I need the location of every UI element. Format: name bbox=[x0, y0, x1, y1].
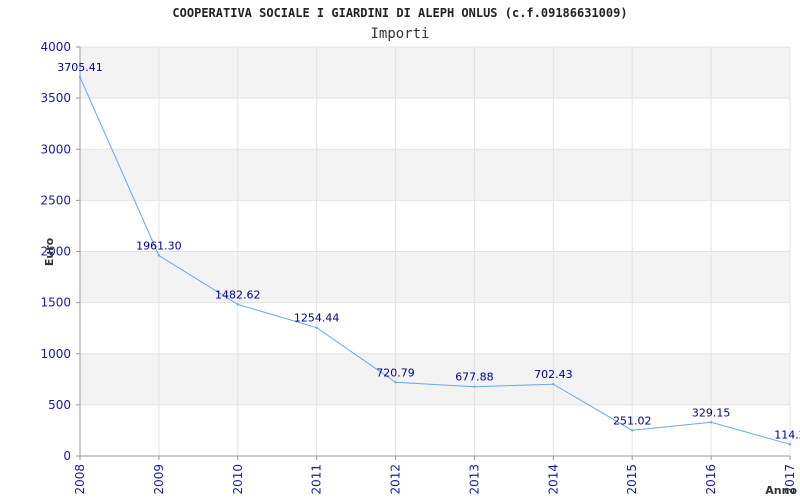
grid-band bbox=[80, 353, 790, 405]
x-tick-label: 2011 bbox=[310, 464, 324, 495]
data-point bbox=[315, 326, 318, 329]
data-point bbox=[788, 443, 792, 446]
y-tick-label: 3500 bbox=[40, 91, 71, 105]
x-tick-label: 2008 bbox=[73, 464, 87, 495]
y-tick-label: 1500 bbox=[40, 296, 71, 310]
x-tick-label: 2015 bbox=[625, 464, 639, 495]
data-label: 114.2 bbox=[774, 428, 800, 441]
x-tick-label: 2013 bbox=[467, 464, 481, 495]
x-tick-label: 2012 bbox=[389, 464, 403, 495]
data-point bbox=[552, 382, 555, 386]
x-tick-label: 2014 bbox=[546, 464, 560, 495]
x-axis-ticks: 2008 2009 2010 2011 2012 2013 2014 2015 2016 2017 bbox=[73, 456, 797, 495]
y-tick-label: 0 bbox=[63, 449, 71, 463]
data-label: 677.88 bbox=[455, 371, 494, 384]
data-label: 1254.44 bbox=[294, 312, 340, 325]
data-label: 329.15 bbox=[692, 406, 731, 419]
chart-title: COOPERATIVA SOCIALE I GIARDINI DI ALEPH … bbox=[172, 6, 627, 20]
data-label: 702.43 bbox=[534, 368, 573, 381]
data-point bbox=[78, 75, 82, 79]
y-tick-label: 500 bbox=[48, 398, 71, 412]
data-label: 720.79 bbox=[376, 366, 415, 379]
data-label: 1482.62 bbox=[215, 288, 261, 301]
grid-band bbox=[80, 149, 790, 201]
y-tick-label: 4000 bbox=[40, 40, 71, 54]
x-axis-title: Anno bbox=[765, 484, 797, 497]
data-point bbox=[709, 421, 713, 424]
grid-band bbox=[80, 47, 790, 99]
data-label: 1961.30 bbox=[136, 239, 182, 252]
line-chart: COOPERATIVA SOCIALE I GIARDINI DI ALEPH … bbox=[0, 0, 800, 500]
data-point bbox=[236, 303, 239, 306]
grid-bands bbox=[80, 47, 790, 405]
data-label: 251.02 bbox=[613, 414, 652, 427]
chart-subtitle: Importi bbox=[370, 26, 429, 42]
grid-band bbox=[80, 251, 790, 303]
x-tick-label: 2010 bbox=[231, 464, 245, 495]
data-label: 3705.41 bbox=[57, 61, 103, 74]
data-point bbox=[473, 385, 476, 388]
y-tick-label: 2500 bbox=[40, 193, 71, 207]
y-tick-label: 3000 bbox=[40, 142, 71, 156]
x-tick-label: 2016 bbox=[704, 464, 718, 495]
data-point bbox=[631, 429, 634, 432]
data-point bbox=[157, 254, 161, 257]
data-point bbox=[394, 381, 397, 384]
y-axis-title: Euro bbox=[43, 237, 56, 266]
x-tick-label: 2009 bbox=[152, 464, 166, 495]
chart-svg: COOPERATIVA SOCIALE I GIARDINI DI ALEPH … bbox=[40, 6, 800, 497]
y-tick-label: 1000 bbox=[40, 347, 71, 361]
